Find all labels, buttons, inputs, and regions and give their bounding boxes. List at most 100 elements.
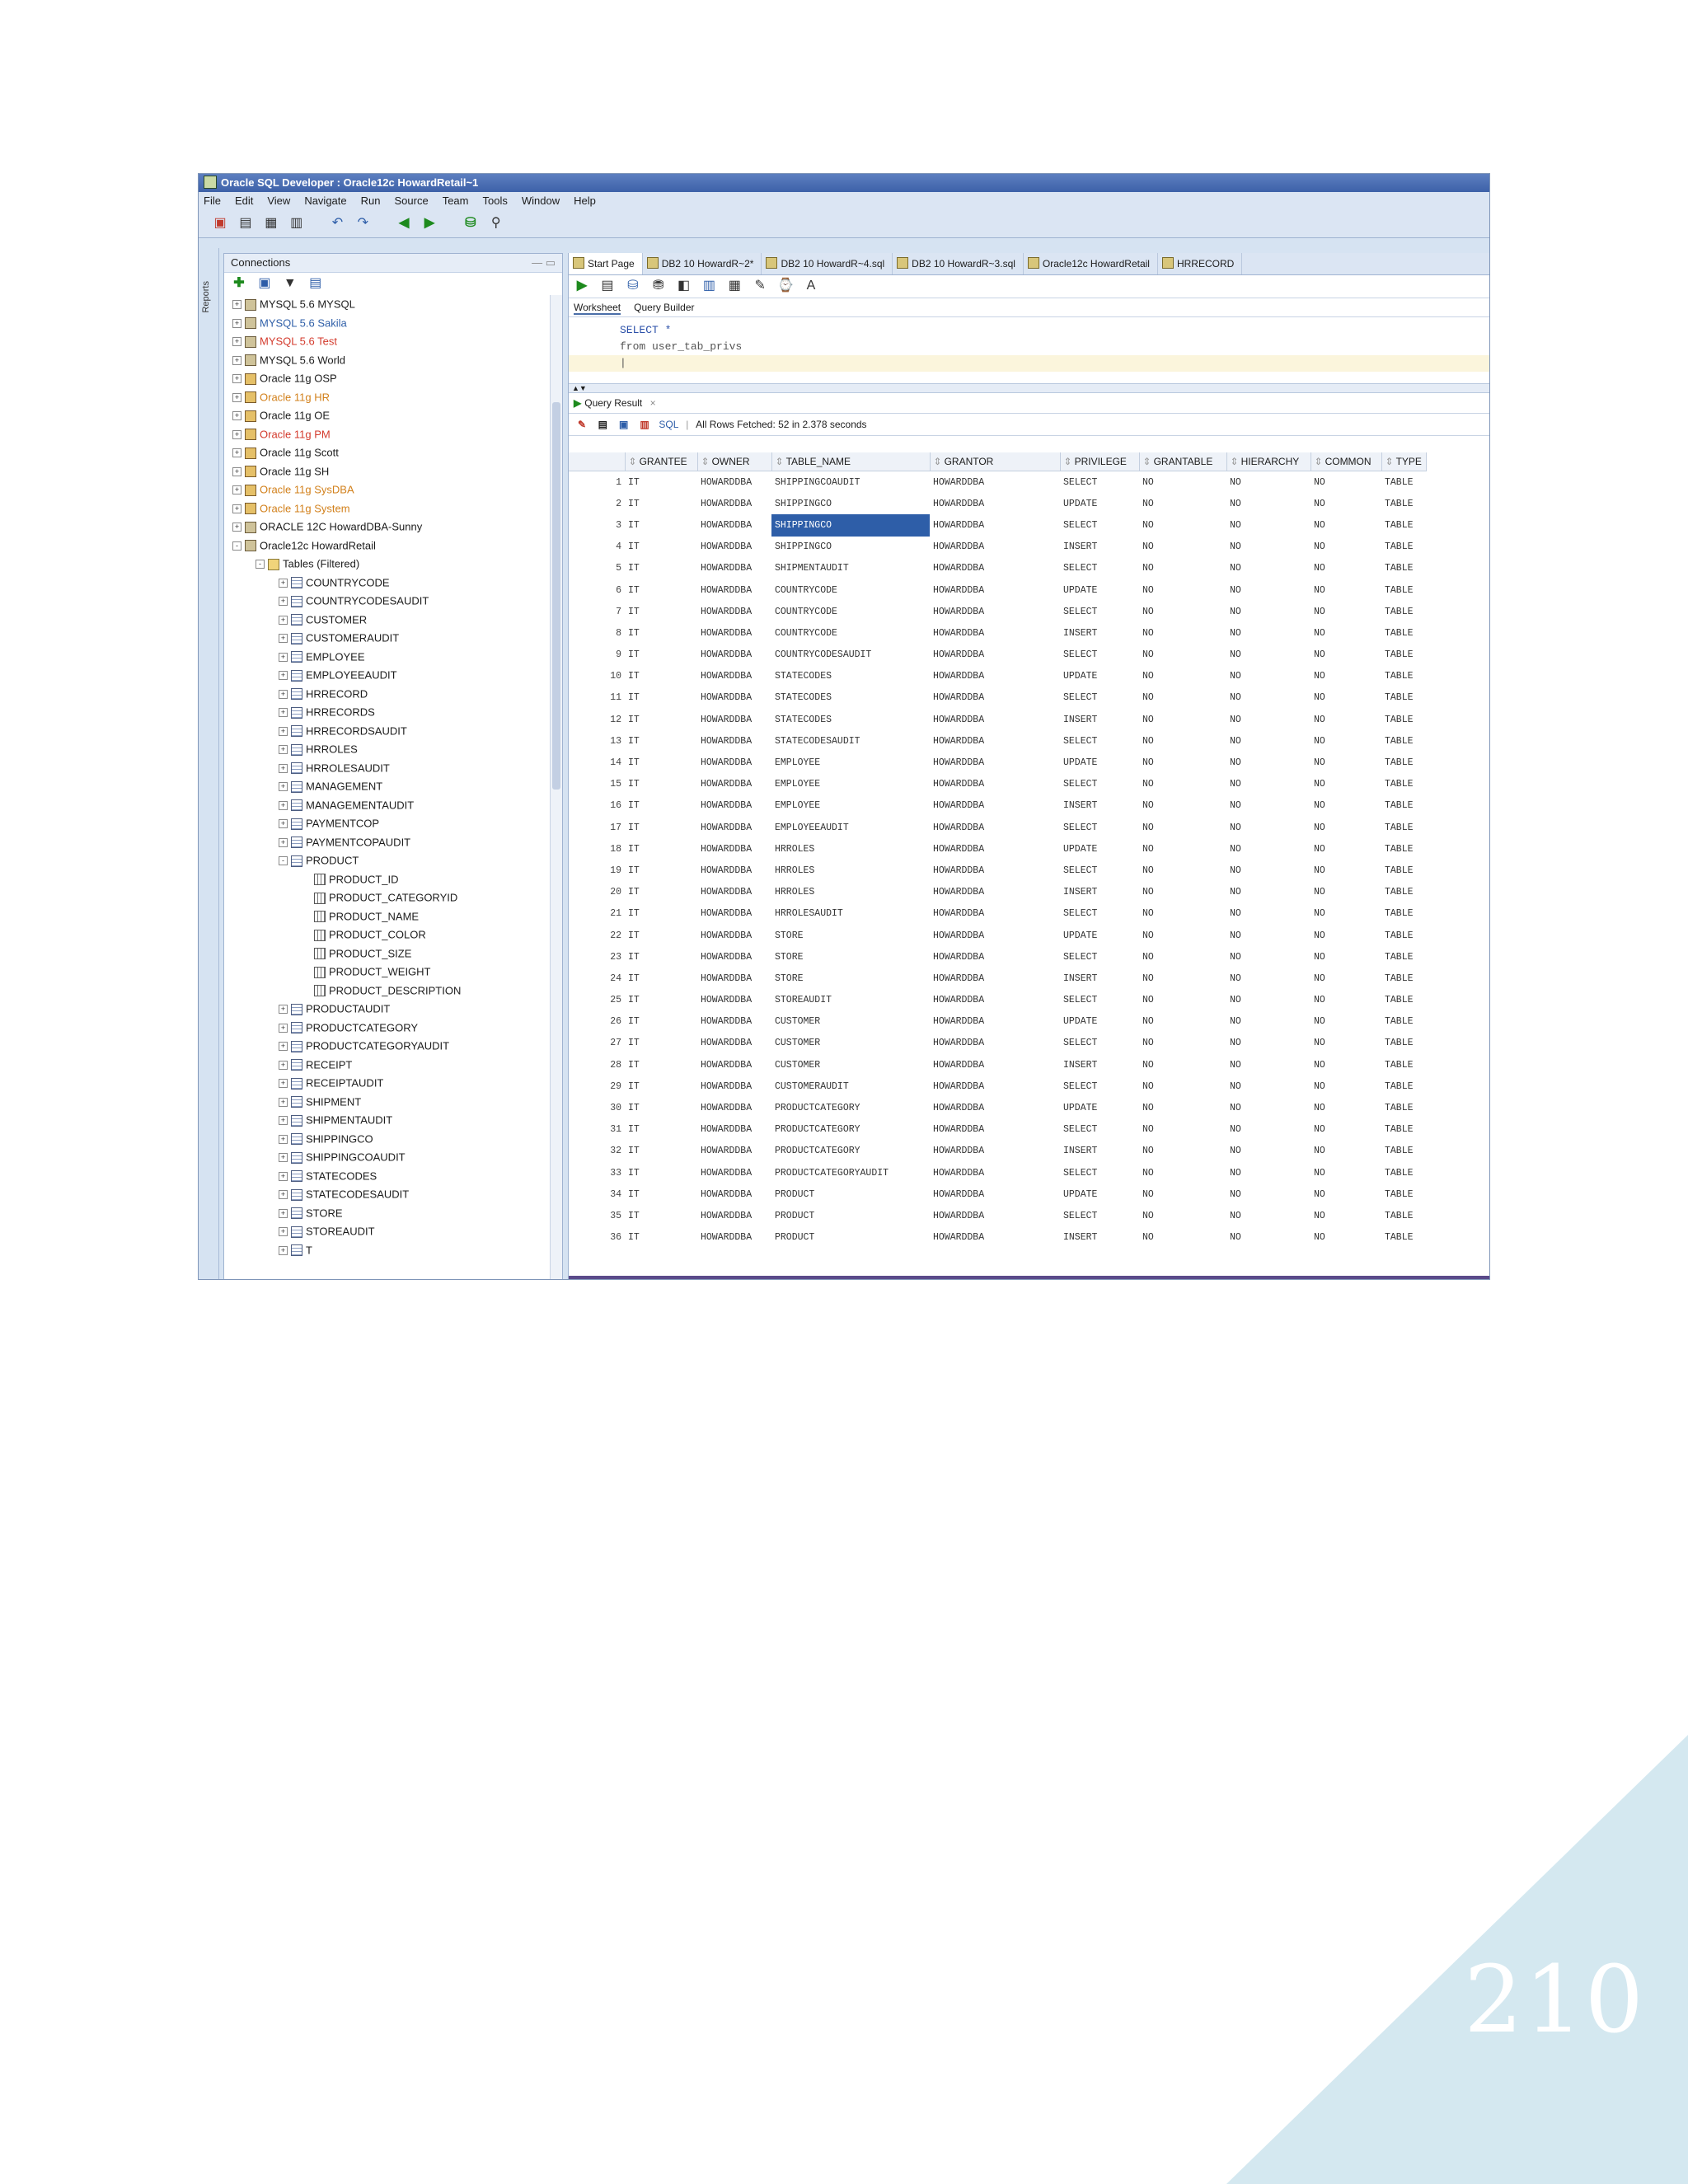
table-cell[interactable]: CUSTOMERAUDIT (771, 1076, 930, 1097)
table-cell[interactable]: TABLE (1381, 1183, 1426, 1205)
expand-icon[interactable]: + (279, 1005, 288, 1015)
table-cell[interactable]: SELECT (1060, 601, 1139, 622)
expand-icon[interactable]: + (279, 1227, 288, 1237)
tree-node[interactable]: + MYSQL 5.6 MYSQL (224, 295, 546, 314)
table-cell[interactable]: HOWARDDBA (930, 903, 1060, 925)
row-number[interactable]: 4 (569, 537, 625, 558)
column-header[interactable]: ⇕ TABLE_NAME (771, 452, 931, 471)
table-cell[interactable]: TABLE (1381, 493, 1426, 514)
expand-icon[interactable]: + (279, 1245, 288, 1255)
table-row[interactable]: 18 IT HOWARDDBA HRROLES HOWARDDBA UPDATE NO NO N… (569, 838, 1426, 860)
tree-node[interactable]: + T (224, 1241, 546, 1260)
table-cell[interactable]: NO (1139, 1162, 1226, 1183)
table-cell[interactable]: NO (1139, 666, 1226, 687)
table-cell[interactable]: NO (1226, 1119, 1311, 1141)
table-cell[interactable]: SELECT (1060, 687, 1139, 709)
table-cell[interactable]: HOWARDDBA (697, 558, 771, 579)
expand-icon[interactable]: + (279, 1153, 288, 1163)
table-cell[interactable]: NO (1139, 709, 1226, 730)
table-cell[interactable]: INSERT (1060, 1227, 1139, 1249)
table-cell[interactable]: HOWARDDBA (930, 838, 1060, 860)
table-cell[interactable]: NO (1139, 471, 1226, 494)
table-cell[interactable]: HOWARDDBA (930, 644, 1060, 666)
tree-node[interactable]: - PRODUCT (224, 851, 546, 870)
table-cell[interactable]: TABLE (1381, 1205, 1426, 1226)
tree-node[interactable]: + HRRECORDS (224, 703, 546, 722)
table-cell[interactable]: HOWARDDBA (697, 946, 771, 968)
table-cell[interactable]: TABLE (1381, 882, 1426, 903)
table-cell[interactable]: NO (1311, 860, 1381, 881)
table-cell[interactable]: TABLE (1381, 1011, 1426, 1033)
table-cell[interactable]: NO (1311, 579, 1381, 601)
table-cell[interactable]: HOWARDDBA (930, 968, 1060, 989)
table-cell[interactable]: EMPLOYEE (771, 774, 930, 795)
table-cell[interactable]: SELECT (1060, 644, 1139, 666)
table-cell[interactable]: SELECT (1060, 730, 1139, 752)
sort-icon[interactable]: ⇕ (1064, 456, 1072, 467)
tree-node[interactable]: + HRRECORD (224, 685, 546, 704)
table-cell[interactable]: HOWARDDBA (697, 882, 771, 903)
tree-node[interactable]: PRODUCT_COLOR (224, 926, 546, 944)
table-cell[interactable]: IT (625, 882, 697, 903)
tree-node[interactable]: + SHIPMENT (224, 1093, 546, 1112)
table-row[interactable]: 6 IT HOWARDDBA COUNTRYCODE HOWARDDBA UPDATE NO… (569, 579, 1426, 601)
table-cell[interactable]: HOWARDDBA (930, 925, 1060, 946)
binoculars-icon[interactable]: ⚲ (488, 215, 504, 232)
tree-node[interactable]: + PRODUCTAUDIT (224, 1000, 546, 1019)
table-cell[interactable]: TABLE (1381, 537, 1426, 558)
splitter[interactable]: ▲▼ (569, 384, 1489, 393)
table-cell[interactable]: HOWARDDBA (930, 1011, 1060, 1033)
row-number[interactable]: 11 (569, 687, 625, 709)
rollback-icon[interactable]: ⛃ (650, 278, 667, 294)
row-number[interactable]: 2 (569, 493, 625, 514)
table-row[interactable]: 7 IT HOWARDDBA COUNTRYCODE HOWARDDBA SELECT NO… (569, 601, 1426, 622)
table-cell[interactable]: HOWARDDBA (930, 622, 1060, 644)
table-cell[interactable]: TABLE (1381, 1054, 1426, 1076)
table-cell[interactable]: HRROLES (771, 860, 930, 881)
table-cell[interactable]: HOWARDDBA (697, 968, 771, 989)
table-cell[interactable]: IT (625, 666, 697, 687)
table-cell[interactable]: NO (1139, 493, 1226, 514)
table-cell[interactable]: NO (1311, 493, 1381, 514)
expand-icon[interactable]: + (232, 504, 241, 513)
table-row[interactable]: 19 IT HOWARDDBA HRROLES HOWARDDBA SELECT NO NO N… (569, 860, 1426, 881)
table-cell[interactable]: NO (1226, 493, 1311, 514)
row-number[interactable]: 24 (569, 968, 625, 989)
table-cell[interactable]: IT (625, 838, 697, 860)
row-number[interactable]: 28 (569, 1054, 625, 1076)
table-cell[interactable]: NO (1311, 1141, 1381, 1162)
collapse-icon[interactable]: - (256, 560, 265, 569)
table-cell[interactable]: HOWARDDBA (930, 752, 1060, 773)
table-cell[interactable]: NO (1311, 601, 1381, 622)
run-script-icon[interactable]: ▤ (599, 278, 616, 294)
table-cell[interactable]: NO (1226, 860, 1311, 881)
worksheet-subtab[interactable]: Worksheet (574, 302, 621, 315)
table-cell[interactable]: IT (625, 1119, 697, 1141)
document-tab[interactable]: DB2 10 HowardR~2* (643, 253, 762, 274)
table-row[interactable]: 12 IT HOWARDDBA STATECODES HOWARDDBA INSERT NO… (569, 709, 1426, 730)
menu-item[interactable]: Tools (482, 194, 507, 207)
table-cell[interactable]: STORE (771, 925, 930, 946)
table-cell[interactable]: HOWARDDBA (930, 882, 1060, 903)
table-cell[interactable]: HOWARDDBA (930, 990, 1060, 1011)
table-row[interactable]: 5 IT HOWARDDBA SHIPMENTAUDIT HOWARDDBA SELECT… (569, 558, 1426, 579)
table-cell[interactable]: HOWARDDBA (930, 514, 1060, 536)
table-cell[interactable]: HRROLES (771, 838, 930, 860)
table-cell[interactable]: NO (1226, 1227, 1311, 1249)
tree-node[interactable]: + MYSQL 5.6 World (224, 351, 546, 370)
table-cell[interactable]: NO (1311, 1054, 1381, 1076)
table-cell[interactable]: HOWARDDBA (930, 1097, 1060, 1118)
table-cell[interactable]: TABLE (1381, 730, 1426, 752)
table-cell[interactable]: TABLE (1381, 1076, 1426, 1097)
table-cell[interactable]: TABLE (1381, 1097, 1426, 1118)
row-number[interactable]: 27 (569, 1033, 625, 1054)
reports-side-strip[interactable]: Reports (199, 248, 219, 1279)
row-number[interactable]: 34 (569, 1183, 625, 1205)
table-cell[interactable]: IT (625, 795, 697, 817)
table-cell[interactable]: IT (625, 1183, 697, 1205)
tree-node[interactable]: + ORACLE 12C HowardDBA-Sunny (224, 518, 546, 537)
table-cell[interactable]: NO (1226, 795, 1311, 817)
table-cell[interactable]: HOWARDDBA (697, 579, 771, 601)
row-number[interactable]: 12 (569, 709, 625, 730)
document-tab[interactable]: HRRECORD (1158, 253, 1243, 274)
